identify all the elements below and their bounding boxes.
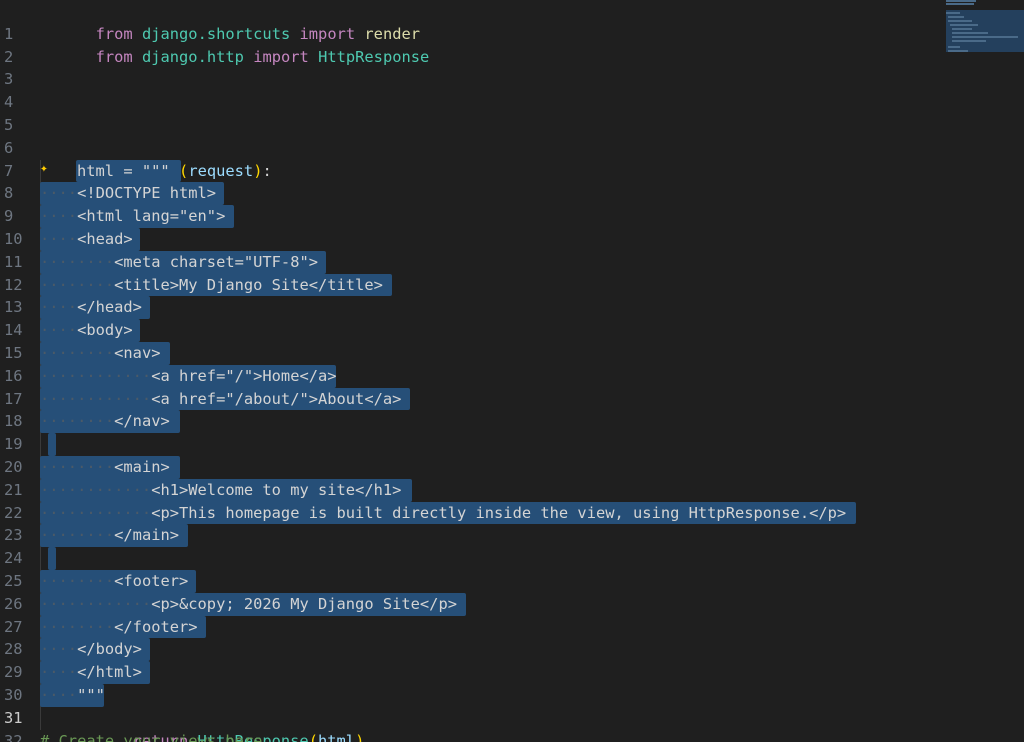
code-line[interactable]: 30 ····</html> [0, 661, 1024, 704]
code-line[interactable]: 32 return HttpResponse(html) [0, 707, 1024, 742]
minimap-line [952, 36, 1018, 38]
code-text: </html> [77, 663, 142, 682]
code-line[interactable]: 14 ····</head> [0, 296, 1024, 339]
code-text: <title>My Django Site</title> [114, 275, 383, 294]
whitespace-dots: ···· [40, 207, 78, 226]
whitespace-dots: ···· [40, 230, 78, 248]
minimap-line [948, 16, 964, 18]
code-line[interactable]: 28 ········</footer> [0, 615, 1024, 658]
code-text: <main> [114, 458, 170, 476]
code-text: </head> [77, 298, 142, 317]
code-text: """ [77, 686, 105, 704]
whitespace-dots: ···· [40, 184, 78, 203]
code-line[interactable]: 33 # Create your views here. [0, 730, 1024, 742]
whitespace-dots: ········ [40, 617, 115, 636]
code-line[interactable]: 8 ✦ html = """ [0, 159, 1024, 202]
sparkle-icon[interactable]: ✦ [40, 162, 48, 175]
code-line[interactable]: 29 ····</body> [0, 638, 1024, 681]
minimap-line [946, 3, 974, 5]
code-text: </main> [114, 526, 180, 545]
code-line[interactable]: 18 ············<a href="/about/">About</… [0, 387, 1024, 430]
code-line[interactable]: 26 ········<footer> [0, 570, 1024, 613]
code-line[interactable]: 4 [0, 68, 1024, 111]
whitespace-dots: ···· [40, 640, 78, 659]
code-text: <p>&copy; 2026 My Django Site</p> [151, 594, 457, 613]
minimap-line [952, 32, 988, 34]
code-line[interactable]: 21 ········<main> [0, 456, 1024, 499]
code-line[interactable]: 1 from django.shortcuts import render [0, 0, 1024, 43]
code-line[interactable]: 31 ····""" [0, 684, 1024, 727]
code-text: </nav> [114, 412, 170, 431]
whitespace-dots: ········ [40, 344, 115, 362]
code-line[interactable]: 15 ····<body> [0, 319, 1024, 362]
minimap-line [946, 0, 976, 2]
whitespace-dots: ········ [40, 412, 115, 431]
code-line[interactable]: 3 [0, 46, 1024, 88]
code-line[interactable]: 20 [0, 433, 1024, 476]
whitespace-dots: ············ [40, 503, 152, 522]
whitespace-dots: ········ [40, 252, 115, 271]
minimap-line [952, 28, 972, 30]
whitespace-dots: ········ [40, 572, 115, 590]
code-text: <!DOCTYPE html> [77, 184, 217, 203]
minimap[interactable] [946, 0, 1024, 56]
code-text: <body> [77, 321, 133, 340]
code-line[interactable]: 24 ········</main> [0, 524, 1024, 567]
code-text: html = """ [77, 161, 170, 180]
whitespace-dots: ···· [40, 298, 78, 317]
code-text: <p>This homepage is built directly insid… [151, 503, 847, 522]
code-text: </body> [77, 640, 142, 659]
code-text: <html lang="en"> [77, 207, 226, 226]
minimap-line [946, 12, 960, 14]
whitespace-dots: ············ [40, 594, 152, 613]
code-text: <footer> [114, 572, 189, 590]
whitespace-dots: ···· [40, 321, 78, 340]
code-text: </footer> [114, 617, 198, 636]
selection-highlight [48, 547, 56, 570]
whitespace-dots: ···· [40, 686, 78, 704]
whitespace-dots: ············ [40, 480, 152, 499]
code-line[interactable]: 10 ····<html lang="en"> [0, 205, 1024, 248]
whitespace-dots: ···· [40, 663, 78, 682]
code-editor[interactable]: 1 from django.shortcuts import render 2 … [0, 0, 1024, 742]
code-line[interactable]: 5 [0, 91, 1024, 134]
code-line[interactable]: 25 [0, 547, 1024, 590]
code-line[interactable]: 11 ····<head> [0, 228, 1024, 271]
code-line[interactable]: 22 ············<h1>Welcome to my site</h… [0, 478, 1024, 522]
whitespace-dots: ············ [40, 366, 152, 385]
code-line[interactable]: 12 ········<meta charset="UTF-8"> [0, 250, 1024, 294]
minimap-line [948, 50, 968, 52]
selection-highlight [48, 433, 56, 456]
code-line[interactable]: 27 ············<p>&copy; 2026 My Django … [0, 592, 1024, 636]
code-line[interactable]: 6 [0, 114, 1024, 157]
code-text: <meta charset="UTF-8"> [114, 252, 318, 271]
whitespace-dots: ········ [40, 458, 115, 476]
code-line[interactable]: 23 ············<p>This homepage is built… [0, 501, 1024, 544]
code-line[interactable]: 17 ············<a href="/">Home</a> [0, 364, 1024, 408]
code-line[interactable]: 19 ········</nav> [0, 410, 1024, 453]
whitespace-dots: ········ [40, 526, 115, 545]
code-line[interactable]: 9 ····<!DOCTYPE html> [0, 182, 1024, 225]
code-text: <head> [77, 230, 133, 248]
code-text: <nav> [114, 344, 161, 362]
code-line[interactable]: 7 def index(request): [0, 137, 1024, 180]
minimap-line [948, 20, 972, 22]
comment: # Create your views here. [40, 731, 272, 742]
minimap-line [952, 40, 986, 42]
code-line[interactable]: 2 from django.http import HttpResponse [0, 23, 1024, 66]
code-text: <h1>Welcome to my site</h1> [151, 480, 402, 499]
code-text: <a href="/">Home</a> [151, 366, 337, 385]
code-line[interactable]: 13 ········<title>My Django Site</title> [0, 273, 1024, 316]
code-text: <a href="/about/">About</a> [151, 389, 402, 408]
whitespace-dots: ············ [40, 389, 152, 408]
minimap-line [950, 24, 978, 26]
whitespace-dots: ········ [40, 275, 115, 294]
code-line[interactable]: 16 ········<nav> [0, 342, 1024, 385]
minimap-line [948, 46, 960, 48]
